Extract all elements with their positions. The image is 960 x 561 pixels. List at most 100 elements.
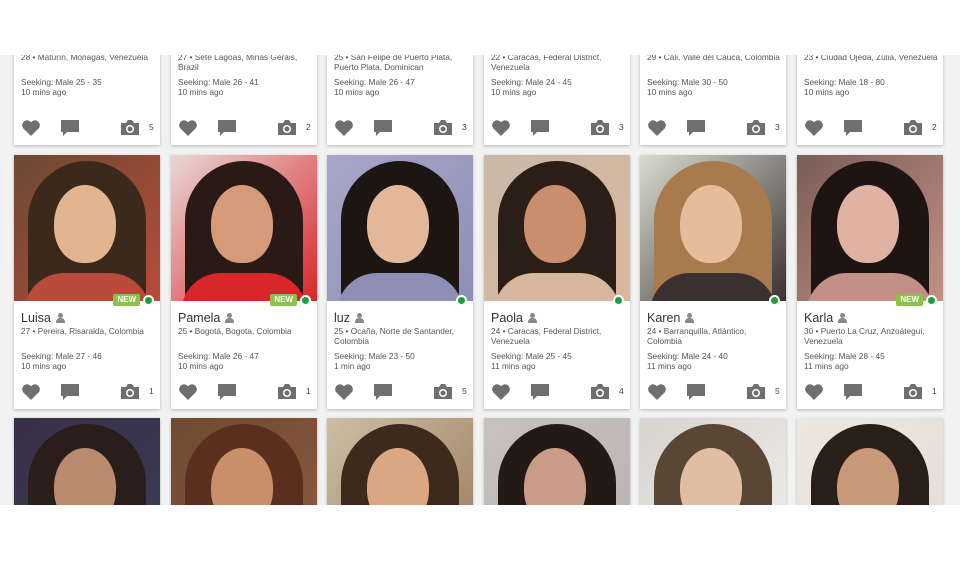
profile-photo[interactable] xyxy=(327,418,473,505)
last-active-time: 11 mins ago xyxy=(491,361,536,371)
profile-name[interactable]: Pamela xyxy=(178,311,220,325)
heart-icon[interactable] xyxy=(178,383,198,406)
heart-icon[interactable] xyxy=(804,119,824,142)
heart-icon[interactable] xyxy=(334,383,354,406)
user-icon[interactable] xyxy=(225,313,235,323)
profile-card[interactable]: Andrea22 • Caracas, Federal District, Ve… xyxy=(484,55,630,145)
chat-icon[interactable] xyxy=(686,119,706,142)
profile-photo[interactable] xyxy=(797,418,943,505)
profile-info: Paola 24 • Caracas, Federal District, Ven… xyxy=(491,310,625,371)
profile-photo[interactable] xyxy=(640,155,786,301)
user-icon[interactable] xyxy=(838,313,848,323)
profile-photo[interactable] xyxy=(797,155,943,301)
profile-photo[interactable] xyxy=(14,418,160,505)
profile-card[interactable] xyxy=(14,418,160,505)
profile-card[interactable]: Paola 24 • Caracas, Federal District, Ven… xyxy=(484,155,630,409)
photo-count: 3 xyxy=(462,122,467,132)
photo-count: 1 xyxy=(149,386,154,396)
chat-icon[interactable] xyxy=(373,383,393,406)
profile-name[interactable]: Luisa xyxy=(21,311,51,325)
profile-name[interactable]: Karla xyxy=(804,311,833,325)
profile-photo[interactable] xyxy=(640,418,786,505)
profile-card[interactable]: NEW Luisa 27 • Pereira, Risaralda, Colombi… xyxy=(14,155,160,409)
profile-name[interactable]: luz xyxy=(334,311,350,325)
heart-icon[interactable] xyxy=(491,383,511,406)
chat-icon[interactable] xyxy=(373,119,393,142)
chat-icon[interactable] xyxy=(843,119,863,142)
online-status-dot xyxy=(613,295,624,306)
heart-icon[interactable] xyxy=(804,383,824,406)
profile-card[interactable]: Ysa28 • Maturín, Monagas, VenezuelaSeeki… xyxy=(14,55,160,145)
chat-icon[interactable] xyxy=(686,383,706,406)
camera-icon[interactable] xyxy=(277,119,297,141)
profile-card[interactable]: Karen 24 • Barranquilla, Atlántico, Colom… xyxy=(640,155,786,409)
profile-location: 30 • Puerto La Cruz, Anzoátegui, Venezue… xyxy=(804,326,925,346)
chat-icon[interactable] xyxy=(60,119,80,142)
profile-photo[interactable] xyxy=(171,155,317,301)
camera-icon[interactable] xyxy=(903,119,923,141)
profile-name[interactable]: Paola xyxy=(491,311,523,325)
heart-icon[interactable] xyxy=(647,383,667,406)
profile-card[interactable] xyxy=(484,418,630,505)
user-icon[interactable] xyxy=(55,313,65,323)
camera-icon[interactable] xyxy=(120,119,140,141)
last-active-time: 10 mins ago xyxy=(647,87,693,97)
camera-icon[interactable] xyxy=(433,383,453,405)
profile-photo[interactable] xyxy=(171,418,317,505)
profile-card[interactable]: luz 25 • Ocaña, Norte de Santander, Colom… xyxy=(327,155,473,409)
last-active-time: 10 mins ago xyxy=(178,87,224,97)
online-status-dot xyxy=(456,295,467,306)
card-actions: 1 xyxy=(21,383,155,401)
camera-icon[interactable] xyxy=(590,383,610,405)
profile-info: Maritza27 • Sete Lagoas, Minas Gerais, B… xyxy=(178,55,312,97)
new-badge: NEW xyxy=(113,294,140,306)
chat-icon[interactable] xyxy=(530,383,550,406)
seeking-text: Seeking: Male 28 - 45 xyxy=(804,351,885,361)
camera-icon[interactable] xyxy=(746,383,766,405)
profile-card[interactable]: Mely23 • Ciudad Ojeda, Zulia, VenezuelaS… xyxy=(797,55,943,145)
profile-card[interactable]: Maritza27 • Sete Lagoas, Minas Gerais, B… xyxy=(171,55,317,145)
profile-location: 28 • Maturín, Monagas, Venezuela xyxy=(21,55,148,62)
user-icon[interactable] xyxy=(685,313,695,323)
seeking-text: Seeking: Male 27 - 46 xyxy=(21,351,102,361)
camera-icon[interactable] xyxy=(277,383,297,405)
profile-name[interactable]: Karen xyxy=(647,311,680,325)
profile-photo[interactable] xyxy=(484,155,630,301)
profile-card[interactable] xyxy=(327,418,473,505)
profile-photo[interactable] xyxy=(484,418,630,505)
profile-card[interactable] xyxy=(797,418,943,505)
seeking-text: Seeking: Male 26 - 47 xyxy=(334,77,415,87)
profile-photo[interactable] xyxy=(14,155,160,301)
chat-icon[interactable] xyxy=(843,383,863,406)
profile-card[interactable]: Eliane25 • San Felipe de Puerto Plata, P… xyxy=(327,55,473,145)
online-status-dot xyxy=(300,295,311,306)
camera-icon[interactable] xyxy=(903,383,923,405)
camera-icon[interactable] xyxy=(433,119,453,141)
chat-icon[interactable] xyxy=(60,383,80,406)
profile-photo[interactable] xyxy=(327,155,473,301)
camera-icon[interactable] xyxy=(120,383,140,405)
heart-icon[interactable] xyxy=(647,119,667,142)
chat-icon[interactable] xyxy=(217,119,237,142)
heart-icon[interactable] xyxy=(21,383,41,406)
card-actions: 5 xyxy=(334,383,468,401)
heart-icon[interactable] xyxy=(334,119,354,142)
heart-icon[interactable] xyxy=(491,119,511,142)
heart-icon[interactable] xyxy=(21,119,41,142)
user-icon[interactable] xyxy=(354,313,364,323)
profile-card[interactable]: NEW Pamela 25 • Bogotá, Bogota, Colombia Se… xyxy=(171,155,317,409)
profile-card[interactable] xyxy=(171,418,317,505)
chat-icon[interactable] xyxy=(530,119,550,142)
heart-icon[interactable] xyxy=(178,119,198,142)
profile-card[interactable]: Lorena29 • Cali, Valle del Cauca, Colomb… xyxy=(640,55,786,145)
profile-info: Ysa28 • Maturín, Monagas, VenezuelaSeeki… xyxy=(21,55,155,97)
profile-grid[interactable]: Ysa28 • Maturín, Monagas, VenezuelaSeeki… xyxy=(0,55,960,505)
profile-card[interactable]: NEW Karla 30 • Puerto La Cruz, Anzoátegui,… xyxy=(797,155,943,409)
camera-icon[interactable] xyxy=(590,119,610,141)
name-row: Karen xyxy=(647,310,781,326)
user-icon[interactable] xyxy=(527,313,537,323)
seeking-text: Seeking: Male 25 - 35 xyxy=(21,77,102,87)
camera-icon[interactable] xyxy=(746,119,766,141)
chat-icon[interactable] xyxy=(217,383,237,406)
profile-card[interactable] xyxy=(640,418,786,505)
